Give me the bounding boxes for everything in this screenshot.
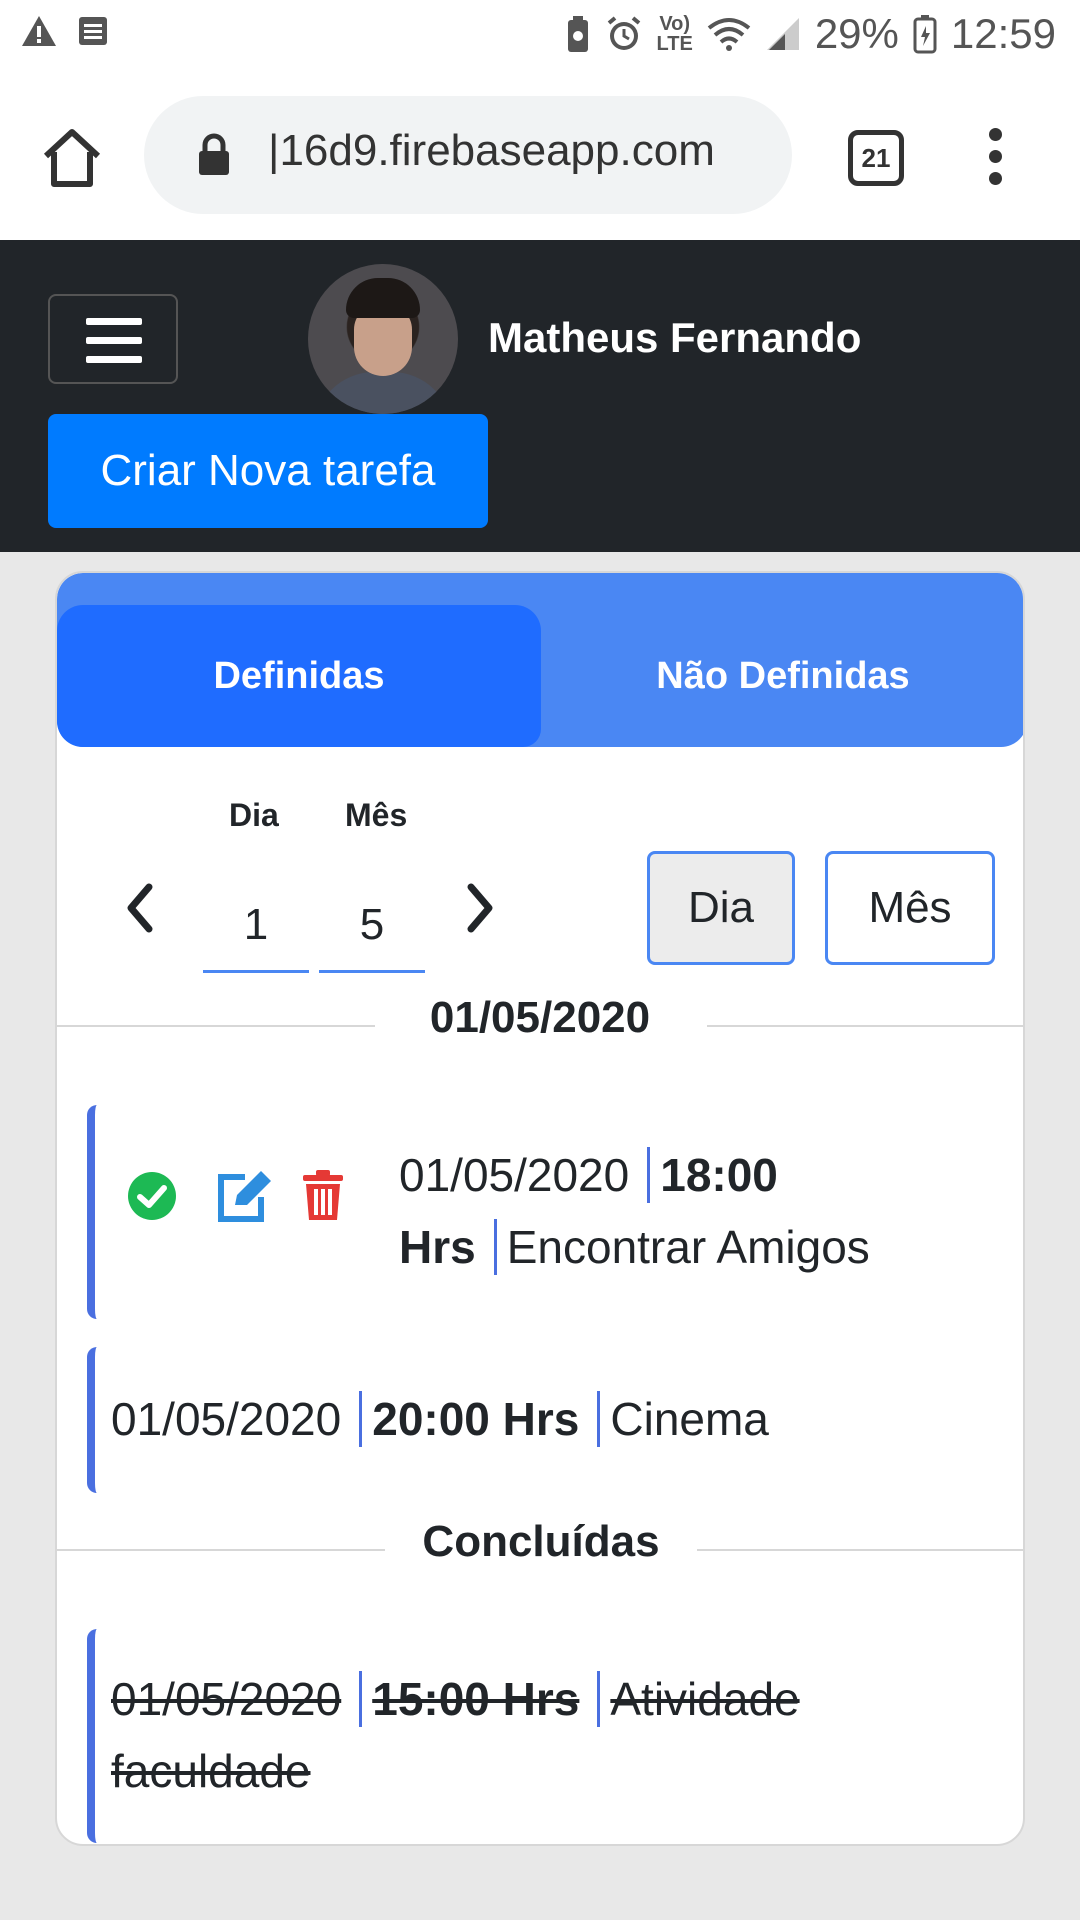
task-item: 01/05/2020 20:00 Hrs Cinema — [87, 1347, 997, 1493]
tasks-card: Definidas Não Definidas Dia Mês 1 5 Dia … — [55, 571, 1025, 1846]
wifi-icon — [707, 18, 751, 51]
task-date: 01/05/2020 — [399, 1149, 630, 1201]
view-day-button[interactable]: Dia — [647, 851, 795, 965]
day-input[interactable]: 1 — [203, 883, 309, 973]
view-month-button[interactable]: Mês — [825, 851, 995, 965]
tab-nao-definidas[interactable]: Não Definidas — [541, 605, 1023, 747]
task-text: 01/05/2020 20:00 Hrs Cinema — [111, 1383, 991, 1455]
tab-definidas[interactable]: Definidas — [57, 605, 541, 747]
tab-switcher-button[interactable]: 21 — [848, 130, 904, 186]
trash-icon[interactable] — [301, 1169, 345, 1221]
lock-icon — [199, 133, 229, 175]
edit-icon[interactable] — [215, 1169, 273, 1223]
task-text: 01/05/2020 15:00 Hrs Atividade faculdade — [111, 1663, 991, 1807]
day-label: Dia — [229, 797, 279, 833]
volte-icon: Vo) LTE — [656, 13, 693, 55]
url-value: 16d9.firebaseapp.com — [279, 126, 715, 175]
task-title: Encontrar Amigos — [506, 1221, 870, 1273]
task-date: 01/05/2020 — [111, 1673, 342, 1725]
task-title-continued: faculdade — [111, 1745, 311, 1797]
chevron-left-icon[interactable] — [125, 883, 155, 933]
completed-heading: Concluídas — [422, 1517, 660, 1566]
user-name: Matheus Fernando — [488, 314, 862, 361]
chevron-right-icon[interactable] — [465, 883, 495, 933]
battery-icon — [913, 15, 937, 54]
warning-icon — [22, 16, 56, 46]
task-time: 18:00 — [660, 1149, 778, 1201]
tab-bar: Definidas Não Definidas — [57, 573, 1023, 747]
address-bar[interactable]: |16d9.firebaseapp.com — [144, 96, 792, 214]
divider-line — [707, 1025, 1023, 1027]
alarm-icon — [607, 16, 640, 50]
task-time-unit: Hrs — [399, 1221, 476, 1273]
divider-line — [697, 1549, 1023, 1551]
task-title: Atividade — [610, 1673, 800, 1725]
home-icon[interactable] — [40, 126, 104, 190]
url-text[interactable]: |16d9.firebaseapp.com — [268, 126, 715, 176]
hamburger-menu-button[interactable] — [48, 294, 178, 384]
notes-icon — [79, 17, 107, 45]
signal-icon — [766, 18, 799, 50]
month-input[interactable]: 5 — [319, 883, 425, 973]
status-bar: Vo) LTE 29% 12:59 — [0, 0, 1080, 76]
app-navbar: Matheus Fernando Criar Nova tarefa — [0, 240, 1080, 552]
task-date: 01/05/2020 — [111, 1393, 342, 1445]
clock: 12:59 — [950, 10, 1056, 57]
network-label: LTE — [656, 33, 693, 55]
divider-line — [57, 1549, 385, 1551]
browser-menu-icon[interactable] — [980, 128, 1010, 192]
battery-percent: 29% — [814, 10, 899, 57]
task-item: 01/05/2020 18:00 Hrs Encontrar Amigos — [87, 1105, 997, 1319]
check-circle-icon[interactable] — [127, 1171, 177, 1221]
task-text: 01/05/2020 18:00 Hrs Encontrar Amigos — [399, 1139, 959, 1283]
create-task-button[interactable]: Criar Nova tarefa — [48, 414, 488, 528]
avatar — [308, 264, 458, 414]
divider-line — [57, 1025, 375, 1027]
task-title: Cinema — [610, 1393, 769, 1445]
task-time: 20:00 Hrs — [372, 1393, 580, 1445]
browser-toolbar: |16d9.firebaseapp.com 21 — [0, 76, 1080, 240]
completed-task-item: 01/05/2020 15:00 Hrs Atividade faculdade — [87, 1629, 997, 1843]
recycle-icon — [567, 16, 588, 52]
section-date: 01/05/2020 — [429, 993, 651, 1042]
month-label: Mês — [345, 797, 408, 833]
task-time: 15:00 Hrs — [372, 1673, 580, 1725]
